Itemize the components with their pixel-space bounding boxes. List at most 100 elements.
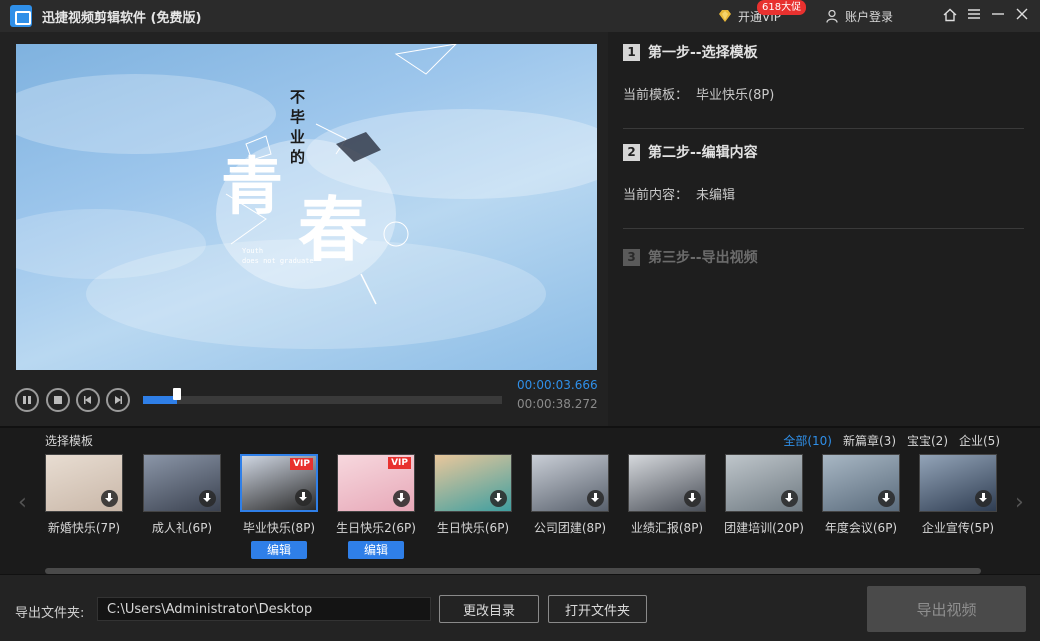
vip-tag: VIP <box>388 457 411 469</box>
step-divider <box>623 228 1024 229</box>
template-item[interactable]: 企业宣传(5P) <box>919 454 997 536</box>
template-name: 生日快乐(6P) <box>436 521 510 535</box>
template-item[interactable]: VIP 生日快乐2(6P) 编辑 <box>336 454 416 559</box>
template-name: 年度会议(6P) <box>824 521 898 535</box>
step1-number: 1 <box>623 43 640 61</box>
template-name: 企业宣传(5P) <box>921 521 995 535</box>
step1-heading: 1 第一步--选择模板 <box>623 42 758 62</box>
template-item[interactable]: 成人礼(6P) <box>143 454 221 536</box>
pause-button[interactable] <box>15 388 39 412</box>
edit-template-button[interactable]: 编辑 <box>348 541 404 559</box>
template-name: 公司团建(8P) <box>533 521 607 535</box>
user-icon <box>826 10 838 23</box>
app-window: 迅捷视频剪辑软件 (免费版) 开通VIP 618大促 账户登录 不 毕 业 的 … <box>0 0 1040 641</box>
download-icon[interactable] <box>490 490 507 507</box>
scroll-right-icon[interactable]: › <box>1015 490 1024 515</box>
template-name: 业绩汇报(8P) <box>630 521 704 535</box>
template-panel: 选择模板 全部(10) 新篇章(3) 宝宝(2) 企业(5) ‹ › 新婚快乐(… <box>0 426 1040 574</box>
download-icon[interactable] <box>199 490 216 507</box>
filter-baby[interactable]: 宝宝(2) <box>907 432 948 449</box>
step-divider <box>623 128 1024 129</box>
template-thumbnail[interactable] <box>822 454 900 512</box>
window-controls <box>938 8 1034 24</box>
template-item[interactable]: 公司团建(8P) <box>531 454 609 536</box>
download-icon[interactable] <box>781 490 798 507</box>
output-folder-label: 导出文件夹: <box>15 606 85 621</box>
download-icon[interactable] <box>975 490 992 507</box>
download-icon[interactable] <box>101 490 118 507</box>
template-thumbnail[interactable]: VIP <box>240 454 318 512</box>
overlay-char: 毕 <box>290 108 306 126</box>
current-template-value: 毕业快乐(8P) <box>696 88 775 103</box>
template-item[interactable]: 年度会议(6P) <box>822 454 900 536</box>
vip-tag: VIP <box>290 458 313 470</box>
download-icon[interactable] <box>295 489 312 506</box>
current-content-label: 当前内容： <box>623 188 689 203</box>
template-item[interactable]: 生日快乐(6P) <box>434 454 512 536</box>
filter-new-chapter[interactable]: 新篇章(3) <box>843 432 896 449</box>
template-thumbnail[interactable] <box>725 454 803 512</box>
total-time: 00:00:38.272 <box>517 397 598 411</box>
template-thumbnail[interactable]: VIP <box>337 454 415 512</box>
filter-enterprise[interactable]: 企业(5) <box>959 432 1000 449</box>
close-icon[interactable] <box>1010 8 1034 24</box>
download-icon[interactable] <box>878 490 895 507</box>
step2-heading: 2 第二步--编辑内容 <box>623 142 758 162</box>
progress-handle[interactable] <box>173 388 182 400</box>
template-item[interactable]: 业绩汇报(8P) <box>628 454 706 536</box>
scroll-left-icon[interactable]: ‹ <box>18 490 27 515</box>
overlay-char-large: 青 <box>221 150 284 223</box>
minimize-icon[interactable] <box>986 8 1010 24</box>
step-forward-icon <box>115 396 122 404</box>
app-logo-icon <box>10 5 32 27</box>
step-back-icon <box>84 396 91 404</box>
template-thumbnail[interactable] <box>45 454 123 512</box>
playback-progress-bar[interactable] <box>143 388 502 404</box>
download-icon[interactable] <box>587 490 604 507</box>
current-template-line: 当前模板： 毕业快乐(8P) <box>623 84 774 103</box>
step1-title: 第一步--选择模板 <box>648 45 758 61</box>
template-thumbnail[interactable] <box>434 454 512 512</box>
app-title: 迅捷视频剪辑软件 (免费版) <box>42 10 202 26</box>
edit-template-button[interactable]: 编辑 <box>251 541 307 559</box>
stop-icon <box>54 396 62 404</box>
vip-gem-icon <box>719 10 731 22</box>
template-item[interactable]: VIP 毕业快乐(8P) 编辑 <box>240 454 318 559</box>
video-preview[interactable]: 不 毕 业 的 青 春 Youth does not graduate <box>16 44 597 370</box>
filter-all[interactable]: 全部(10) <box>783 432 832 449</box>
step2-title: 第二步--编辑内容 <box>648 145 758 161</box>
menu-icon[interactable] <box>962 8 986 24</box>
template-thumbnail[interactable] <box>628 454 706 512</box>
download-icon[interactable] <box>684 490 701 507</box>
change-directory-button[interactable]: 更改目录 <box>439 595 539 623</box>
step3-number: 3 <box>623 248 640 266</box>
current-template-label: 当前模板： <box>623 88 689 103</box>
template-filters: 全部(10) 新篇章(3) 宝宝(2) 企业(5) <box>783 432 1000 449</box>
stop-button[interactable] <box>46 388 70 412</box>
template-name: 毕业快乐(8P) <box>242 521 316 535</box>
template-name: 团建培训(20P) <box>724 521 804 535</box>
title-bar: 迅捷视频剪辑软件 (免费版) 开通VIP 618大促 账户登录 <box>0 0 1040 32</box>
steps-panel: 1 第一步--选择模板 当前模板： 毕业快乐(8P) 2 第二步--编辑内容 当前… <box>608 32 1040 426</box>
output-folder-input[interactable] <box>97 597 431 621</box>
template-item[interactable]: 新婚快乐(7P) <box>45 454 123 536</box>
current-time: 00:00:03.666 <box>517 378 598 392</box>
template-name: 新婚快乐(7P) <box>47 521 121 535</box>
overlay-char: 业 <box>290 128 306 146</box>
template-thumbnail[interactable] <box>531 454 609 512</box>
previous-frame-button[interactable] <box>76 388 100 412</box>
export-bar: 导出文件夹: 更改目录 打开文件夹 导出视频 <box>0 574 1040 641</box>
promo-badge: 618大促 <box>757 0 807 15</box>
account-login-label: 账户登录 <box>845 10 894 24</box>
download-icon[interactable] <box>393 490 410 507</box>
export-video-button[interactable]: 导出视频 <box>867 586 1026 632</box>
account-login-button[interactable]: 账户登录 <box>826 8 893 25</box>
template-item[interactable]: 团建培训(20P) <box>724 454 804 536</box>
progress-fill <box>143 396 178 404</box>
next-frame-button[interactable] <box>106 388 130 412</box>
home-icon[interactable] <box>938 8 962 24</box>
open-folder-button[interactable]: 打开文件夹 <box>548 595 647 623</box>
overlay-char: 不 <box>290 88 306 106</box>
template-thumbnail[interactable] <box>143 454 221 512</box>
template-thumbnail[interactable] <box>919 454 997 512</box>
